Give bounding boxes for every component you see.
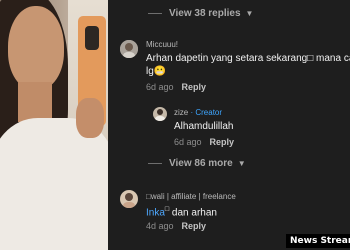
comment-username[interactable]: Miccuuu! bbox=[146, 40, 178, 49]
comment-meta: 6d ago Reply bbox=[146, 82, 206, 92]
chevron-down-icon: ▼ bbox=[245, 9, 254, 18]
comment-username[interactable]: □wali | affiliate | freelance bbox=[146, 192, 236, 201]
watermark-logo: News Streams bbox=[286, 234, 350, 248]
comment-text: Inka□ dan arhan bbox=[146, 204, 217, 219]
reply-button[interactable]: Reply bbox=[210, 137, 235, 147]
avatar[interactable] bbox=[120, 190, 138, 208]
reply-time: 6d ago bbox=[174, 137, 202, 147]
comment-text-line-1: Arhan dapetin yang setara sekarang□ mana… bbox=[146, 53, 350, 64]
comment-time: 4d ago bbox=[146, 221, 174, 231]
reply-text: Alhamdulillah bbox=[174, 121, 234, 132]
comment-text-body: dan arhan bbox=[169, 207, 217, 219]
comment-time: 6d ago bbox=[146, 82, 174, 92]
selfie-photo bbox=[0, 0, 108, 250]
comment-meta: 4d ago Reply bbox=[146, 221, 206, 231]
avatar[interactable] bbox=[120, 40, 138, 58]
creator-badge: · Creator bbox=[190, 108, 223, 117]
chevron-down-icon: ▼ bbox=[237, 159, 246, 168]
comment-text-line-2: lg😬 bbox=[146, 66, 167, 77]
avatar[interactable] bbox=[153, 107, 167, 121]
reply-username[interactable]: zize · Creator bbox=[174, 108, 222, 117]
comments-panel: View 38 replies ▼ Miccuuu! Arhan dapetin… bbox=[108, 0, 350, 250]
reply-button[interactable]: Reply bbox=[182, 221, 207, 231]
reply-meta: 6d ago Reply bbox=[174, 137, 234, 147]
view-more-label: View 86 more bbox=[169, 158, 233, 169]
reply-button[interactable]: Reply bbox=[182, 82, 207, 92]
reply-username-text: zize bbox=[174, 108, 189, 117]
view-more-button[interactable]: View 86 more ▼ bbox=[148, 158, 246, 169]
view-replies-button[interactable]: View 38 replies ▼ bbox=[148, 8, 253, 19]
view-replies-label: View 38 replies bbox=[169, 8, 241, 19]
mention-link[interactable]: Inka bbox=[146, 207, 165, 218]
